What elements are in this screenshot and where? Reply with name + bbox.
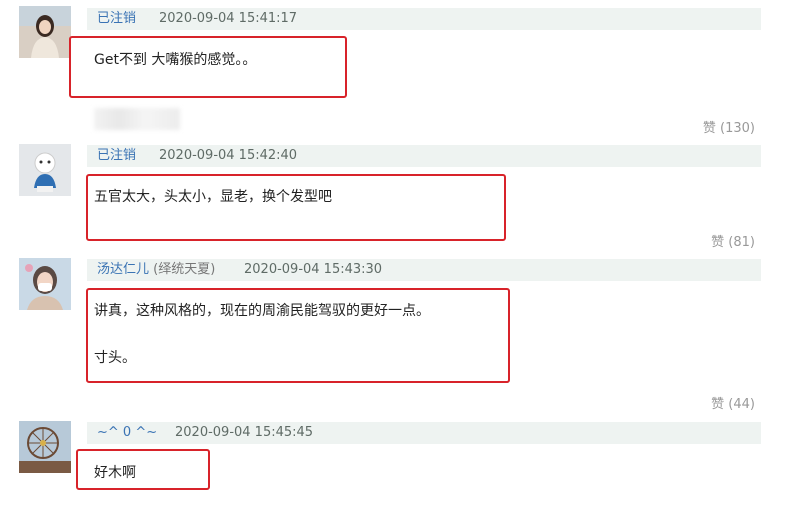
user-avatar-photo-woman bbox=[19, 6, 71, 58]
username-link[interactable]: 已注销 bbox=[97, 8, 136, 30]
like-button[interactable]: 赞 (130) bbox=[703, 117, 755, 136]
timestamp: 2020-09-04 15:41:17 bbox=[159, 11, 298, 26]
username-alias: (绎统天夏) bbox=[153, 262, 216, 277]
avatar[interactable] bbox=[19, 6, 71, 58]
user-avatar-cartoon-figure bbox=[19, 144, 71, 196]
user-avatar-ferris-wheel bbox=[19, 421, 71, 473]
comment-header: 汤达仁儿 (绎统天夏) 2020-09-04 15:43:30 bbox=[87, 259, 761, 281]
like-button[interactable]: 赞 (81) bbox=[711, 231, 755, 250]
avatar[interactable] bbox=[19, 421, 71, 473]
highlight-box bbox=[76, 449, 210, 490]
username-link[interactable]: 已注销 bbox=[97, 145, 136, 167]
avatar[interactable] bbox=[19, 144, 71, 196]
comment-header: 已注销 2020-09-04 15:41:17 bbox=[87, 8, 761, 30]
highlight-box bbox=[69, 36, 347, 98]
user-avatar-masked-person bbox=[19, 258, 71, 310]
timestamp: 2020-09-04 15:43:30 bbox=[244, 262, 383, 277]
comment-header: 已注销 2020-09-04 15:42:40 bbox=[87, 145, 761, 167]
username-link[interactable]: 汤达仁儿 (绎统天夏) bbox=[97, 259, 215, 281]
avatar[interactable] bbox=[19, 258, 71, 310]
blurred-content bbox=[94, 108, 180, 130]
timestamp: 2020-09-04 15:45:45 bbox=[175, 425, 314, 440]
highlight-box bbox=[86, 174, 506, 241]
highlight-box bbox=[86, 288, 510, 383]
username-link[interactable]: ~^ 0 ^~ bbox=[97, 422, 157, 444]
like-button[interactable]: 赞 (44) bbox=[711, 393, 755, 412]
comment-header: ~^ 0 ^~ 2020-09-04 15:45:45 bbox=[87, 422, 761, 444]
timestamp: 2020-09-04 15:42:40 bbox=[159, 148, 298, 163]
